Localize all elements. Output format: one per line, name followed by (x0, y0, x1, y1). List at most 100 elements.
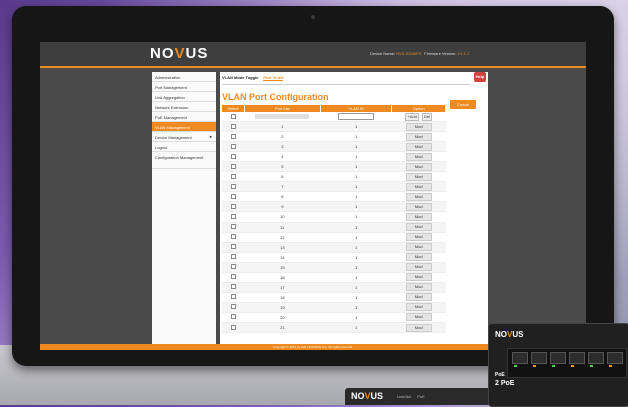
modify-button[interactable]: Mod (405, 303, 432, 312)
port-cell: 11 (244, 222, 321, 233)
row-select-checkbox[interactable] (230, 264, 236, 270)
row-select-checkbox[interactable] (230, 153, 236, 159)
vlan-id-cell: 1 (320, 201, 392, 213)
device-logo: NOVUS (495, 330, 524, 339)
poe-label: PoE (495, 372, 505, 378)
modify-button[interactable]: Mod (405, 202, 432, 211)
modify-button[interactable]: Mod (405, 172, 432, 181)
port-cell: 8 (244, 191, 321, 203)
row-select-checkbox[interactable] (230, 203, 236, 209)
table-row: 5 1 Mod (222, 161, 446, 173)
sidebar-item-administration[interactable]: Administration (152, 72, 216, 82)
modify-button[interactable]: Mod (405, 313, 432, 322)
row-select-checkbox[interactable] (230, 163, 236, 169)
port-cell: 10 (244, 211, 321, 223)
vlan-id-cell: 1 (320, 292, 392, 303)
ethernet-port (607, 352, 623, 364)
table-header-row: Select Port List VLAN ID Option (222, 105, 446, 112)
help-button[interactable]: Help (474, 72, 486, 82)
sidebar-item-vlan-management[interactable]: VLAN Management (152, 122, 216, 132)
port-cell: 20 (244, 312, 321, 323)
row-select-checkbox[interactable] (230, 254, 236, 260)
modify-button[interactable]: Mod (405, 233, 432, 242)
port-cell: 3 (244, 141, 321, 153)
sidebar-item-network-extension[interactable]: Network Extension (152, 102, 216, 112)
sidebar-item-label: Device Management (155, 135, 192, 140)
modify-button[interactable]: Mod (405, 182, 432, 191)
new-entry-row: +Add Del (222, 112, 446, 123)
modify-button[interactable]: Mod (405, 293, 432, 302)
row-select-checkbox[interactable] (230, 274, 236, 280)
table-body: +Add Del 1 1 Mod 2 1 Mod 3 1 Mod 4 1 Mod 5 1 Mod 6 1 Mod 7… (222, 112, 446, 334)
row-select-checkbox[interactable] (230, 193, 236, 199)
row-select-checkbox[interactable] (230, 304, 236, 310)
monitor: NOVUS Device Name: NVS-SG06P5 Firmware V… (12, 6, 614, 366)
port-cell: 21 (244, 322, 321, 334)
modify-button[interactable]: Mod (405, 323, 432, 332)
sidebar-item-label: Administration (155, 75, 181, 80)
sidebar-item-device-management[interactable]: Device Management ► (152, 132, 216, 142)
port-list-field[interactable] (255, 113, 310, 119)
vlan-id-input[interactable] (338, 112, 375, 120)
delete-button[interactable]: Del (421, 112, 432, 121)
switch-device: NOVUS PoE 2 PoE (488, 323, 628, 407)
sidebar-item-label: Configuration Management (155, 155, 204, 160)
row-select-checkbox[interactable] (230, 143, 236, 149)
table-row: 19 1 Mod (222, 302, 446, 313)
modify-button[interactable]: Mod (405, 162, 432, 171)
modify-button[interactable]: Mod (405, 142, 432, 151)
modify-button[interactable]: Mod (405, 132, 432, 141)
modify-button[interactable]: Mod (405, 253, 432, 262)
port-cell: 12 (244, 232, 321, 243)
row-select-checkbox[interactable] (230, 294, 236, 300)
tab-vlan-mode-toggle[interactable]: VLAN Mode Toggle (222, 75, 258, 80)
table-row: 18 1 Mod (222, 292, 446, 303)
sidebar-item-label: Port Management (155, 85, 187, 90)
status-led (552, 365, 555, 367)
modify-button[interactable]: Mod (405, 212, 432, 221)
modify-button[interactable]: Mod (405, 122, 432, 131)
add-button[interactable]: +Add (405, 112, 419, 121)
vlan-id-cell: 1 (320, 222, 392, 233)
port-cell: 13 (244, 242, 321, 253)
port-cell: 18 (244, 292, 321, 303)
select-all-checkbox[interactable] (230, 113, 236, 119)
row-select-checkbox[interactable] (230, 324, 236, 330)
vlan-table: Select Port List VLAN ID Option +Add Del 11… (222, 105, 446, 334)
chevron-right-icon: ► (209, 134, 213, 139)
row-select-checkbox[interactable] (230, 284, 236, 290)
ethernet-port (531, 352, 547, 364)
sidebar-item-port-management[interactable]: Port Management (152, 82, 216, 92)
sidebar-item-logout[interactable]: Logout (152, 142, 216, 152)
vlan-id-cell: 1 (320, 191, 392, 203)
row-select-checkbox[interactable] (230, 123, 236, 129)
modify-button[interactable]: Mod (405, 243, 432, 252)
row-select-checkbox[interactable] (230, 213, 236, 219)
sidebar-item-configuration-management[interactable]: Configuration Management (152, 152, 216, 169)
modify-button[interactable]: Mod (405, 283, 432, 292)
row-select-checkbox[interactable] (230, 133, 236, 139)
ethernet-port (512, 352, 528, 364)
row-select-checkbox[interactable] (230, 234, 236, 240)
modify-button[interactable]: Mod (405, 263, 432, 272)
modify-button[interactable]: Mod (405, 223, 432, 232)
modify-button[interactable]: Mod (405, 273, 432, 282)
row-select-checkbox[interactable] (230, 173, 236, 179)
row-select-checkbox[interactable] (230, 314, 236, 320)
cancel-button[interactable]: Cancel (450, 100, 476, 109)
row-select-checkbox[interactable] (230, 183, 236, 189)
vlan-id-cell: 1 (320, 151, 392, 163)
column-header-port-list: Port List (244, 105, 321, 112)
tab-port-vlan[interactable]: Port VLAN (263, 75, 284, 81)
sidebar-item-label: PoE Management (155, 115, 188, 120)
row-select-checkbox[interactable] (230, 244, 236, 250)
port-cell: 19 (244, 302, 321, 313)
modify-button[interactable]: Mod (405, 152, 432, 161)
stand-label-poe: PoE (417, 394, 425, 399)
port-cell: 14 (244, 252, 321, 263)
row-select-checkbox[interactable] (230, 224, 236, 230)
modify-button[interactable]: Mod (405, 192, 432, 201)
sidebar-item-poe-management[interactable]: PoE Management (152, 112, 216, 122)
sidebar-item-link-aggregation[interactable]: Link Aggregation (152, 92, 216, 102)
column-header-vlan-id: VLAN ID (320, 105, 393, 112)
